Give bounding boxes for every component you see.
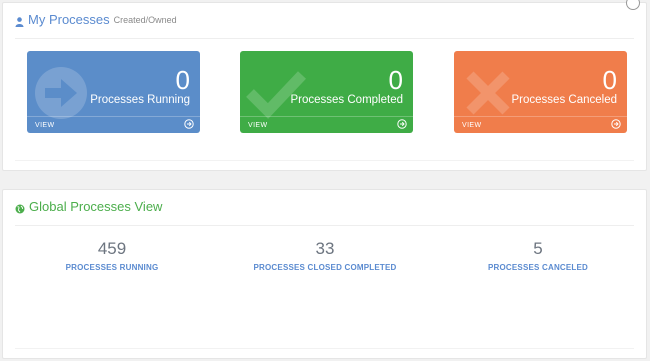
panel-divider xyxy=(15,160,634,161)
tile-running-label: Processes Running xyxy=(90,94,190,106)
tile-processes-completed[interactable]: 0 Processes Completed VIEW xyxy=(240,51,413,133)
tile-canceled-view-link[interactable]: VIEW xyxy=(462,122,482,129)
global-processes-title: Global Processes View xyxy=(29,199,163,214)
tile-completed-label: Processes Completed xyxy=(290,94,404,106)
arrow-circle-right-icon[interactable] xyxy=(184,119,194,131)
stat-processes-canceled: 5 PROCESSES CANCELED xyxy=(438,239,638,272)
user-icon xyxy=(15,14,24,32)
stat-processes-running: 459 PROCESSES RUNNING xyxy=(12,239,212,272)
panel-divider xyxy=(15,348,634,349)
my-processes-header: My Processes Created/Owned xyxy=(15,12,634,39)
my-processes-title: My Processes xyxy=(28,12,110,27)
tile-running-view-link[interactable]: VIEW xyxy=(35,122,55,129)
tile-canceled-label: Processes Canceled xyxy=(511,94,617,106)
tile-running-footer[interactable]: VIEW xyxy=(27,116,200,133)
my-processes-subtitle: Created/Owned xyxy=(113,15,177,25)
arrow-circle-right-icon[interactable] xyxy=(611,119,621,131)
corner-circle-icon[interactable] xyxy=(626,0,640,10)
tile-canceled-footer[interactable]: VIEW xyxy=(454,116,627,133)
globe-icon xyxy=(15,201,25,219)
tile-running-count: 0 xyxy=(175,65,190,95)
global-processes-panel: Global Processes View 459 PROCESSES RUNN… xyxy=(2,189,647,359)
stat-processes-closed-completed: 33 PROCESSES CLOSED COMPLETED xyxy=(225,239,425,272)
stat-running-count: 459 xyxy=(97,239,127,258)
my-processes-panel: My Processes Created/Owned 0 Processes R… xyxy=(2,0,647,171)
tile-processes-canceled[interactable]: 0 Processes Canceled VIEW xyxy=(454,51,627,133)
stat-completed-label: PROCESSES CLOSED COMPLETED xyxy=(253,263,397,272)
tile-processes-running[interactable]: 0 Processes Running VIEW xyxy=(27,51,200,133)
arrow-circle-right-icon[interactable] xyxy=(397,119,407,131)
tile-canceled-count: 0 xyxy=(602,65,617,95)
tile-completed-count: 0 xyxy=(388,65,403,95)
tile-completed-view-link[interactable]: VIEW xyxy=(248,122,268,129)
stat-completed-count: 33 xyxy=(315,239,335,258)
global-processes-header: Global Processes View xyxy=(15,199,634,226)
stat-running-label: PROCESSES RUNNING xyxy=(65,263,159,272)
stat-canceled-count: 5 xyxy=(533,239,543,258)
tile-completed-footer[interactable]: VIEW xyxy=(240,116,413,133)
stat-canceled-label: PROCESSES CANCELED xyxy=(487,263,589,272)
